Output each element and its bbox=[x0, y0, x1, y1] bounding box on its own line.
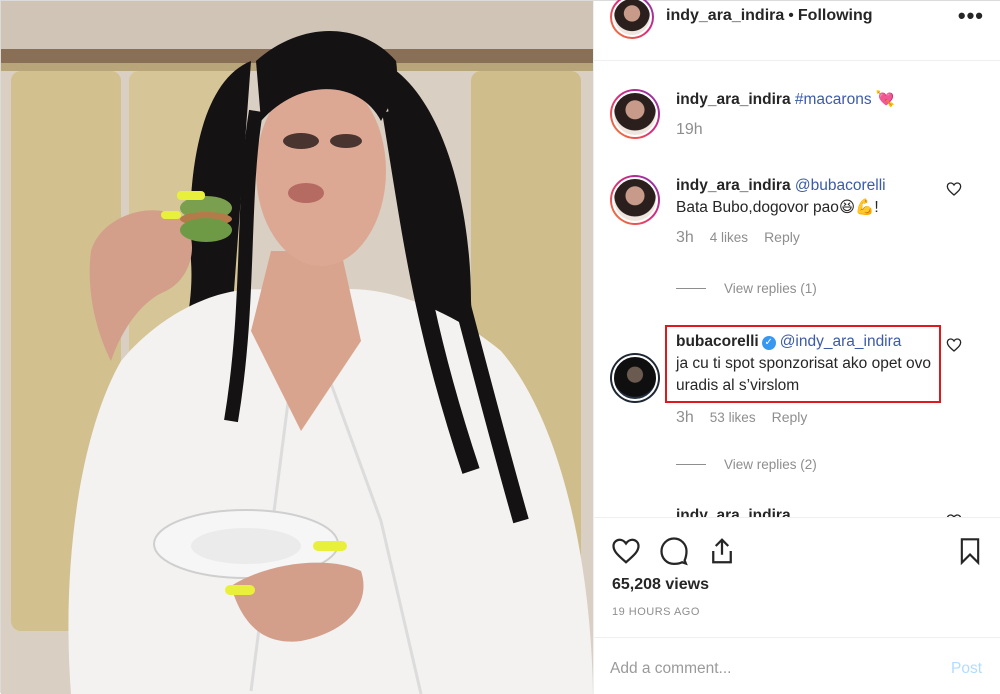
more-options-icon[interactable]: ••• bbox=[958, 3, 984, 29]
post-actions: 65,208 views 19 HOURS AGO bbox=[594, 517, 1000, 647]
comment-likes[interactable]: 53 likes bbox=[710, 410, 756, 425]
author-username[interactable]: indy_ara_indira bbox=[666, 7, 784, 25]
comment-time[interactable]: 3h bbox=[676, 229, 694, 247]
comment-username[interactable]: indy_ara_indira bbox=[676, 507, 791, 517]
comment-time[interactable]: 3h bbox=[676, 409, 694, 427]
following-status[interactable]: Following bbox=[798, 7, 873, 25]
comment-mention[interactable]: @bubacorelli bbox=[795, 177, 886, 194]
comment-username[interactable]: bubacorelli bbox=[676, 333, 759, 350]
post-header: indy_ara_indira • Following ••• bbox=[594, 0, 1000, 61]
comment-bubble-icon[interactable] bbox=[658, 536, 690, 566]
caption-row: indy_ara_indira #macarons 💘 19h bbox=[610, 89, 990, 169]
caption-hashtag[interactable]: #macarons bbox=[795, 91, 872, 108]
comment-likes[interactable]: 4 likes bbox=[710, 230, 748, 245]
comment-text: Bata Bubo,dogovor pao😆💪! bbox=[676, 199, 879, 216]
view-count[interactable]: 65,208 views bbox=[612, 576, 709, 594]
comment-avatar[interactable] bbox=[610, 353, 660, 403]
post-video[interactable] bbox=[1, 1, 593, 694]
view-replies-button[interactable]: View replies (2) bbox=[676, 457, 817, 472]
post-side-panel: indy_ara_indira • Following ••• indy_ara… bbox=[593, 0, 1000, 694]
view-replies-button[interactable]: View replies (1) bbox=[676, 281, 817, 296]
instagram-post: indy_ara_indira • Following ••• indy_ara… bbox=[0, 0, 1000, 694]
comment-item: bubacorelli ✓ @indy_ara_indira ja cu ti sp… bbox=[610, 331, 990, 471]
caption-emoji: 💘 bbox=[875, 91, 896, 108]
bookmark-icon[interactable] bbox=[956, 536, 984, 566]
view-replies-label: View replies (1) bbox=[724, 281, 817, 296]
like-comment-icon[interactable] bbox=[946, 181, 962, 197]
add-comment-bar: Post bbox=[594, 637, 1000, 694]
add-comment-input[interactable] bbox=[610, 658, 910, 680]
caption-time[interactable]: 19h bbox=[676, 121, 703, 139]
view-replies-line bbox=[676, 464, 706, 465]
post-comment-button[interactable]: Post bbox=[951, 660, 982, 678]
comment-username[interactable]: indy_ara_indira bbox=[676, 177, 791, 194]
header-separator: • bbox=[788, 7, 794, 24]
like-heart-icon[interactable] bbox=[610, 536, 642, 566]
author-avatar[interactable] bbox=[610, 0, 654, 39]
view-replies-line bbox=[676, 288, 706, 289]
caption-username[interactable]: indy_ara_indira bbox=[676, 91, 791, 108]
post-timestamp[interactable]: 19 HOURS AGO bbox=[612, 606, 700, 618]
caption-avatar[interactable] bbox=[610, 89, 660, 139]
verified-badge-icon: ✓ bbox=[761, 336, 776, 350]
reply-button[interactable]: Reply bbox=[764, 229, 800, 245]
comment-item: indy_ara_indira bbox=[610, 507, 990, 517]
comment-mention[interactable]: @indy_ara_indira bbox=[780, 333, 902, 350]
video-frame-illustration bbox=[1, 1, 593, 694]
reply-button[interactable]: Reply bbox=[772, 409, 808, 425]
comment-text: ja cu ti spot sponzorisat ako opet ovo u… bbox=[676, 355, 932, 394]
view-replies-label: View replies (2) bbox=[724, 457, 817, 472]
comments-list[interactable]: indy_ara_indira #macarons 💘 19h indy_ara… bbox=[594, 61, 1000, 517]
like-comment-icon[interactable] bbox=[946, 337, 962, 353]
comment-avatar[interactable] bbox=[610, 175, 660, 225]
share-icon[interactable] bbox=[706, 536, 738, 566]
